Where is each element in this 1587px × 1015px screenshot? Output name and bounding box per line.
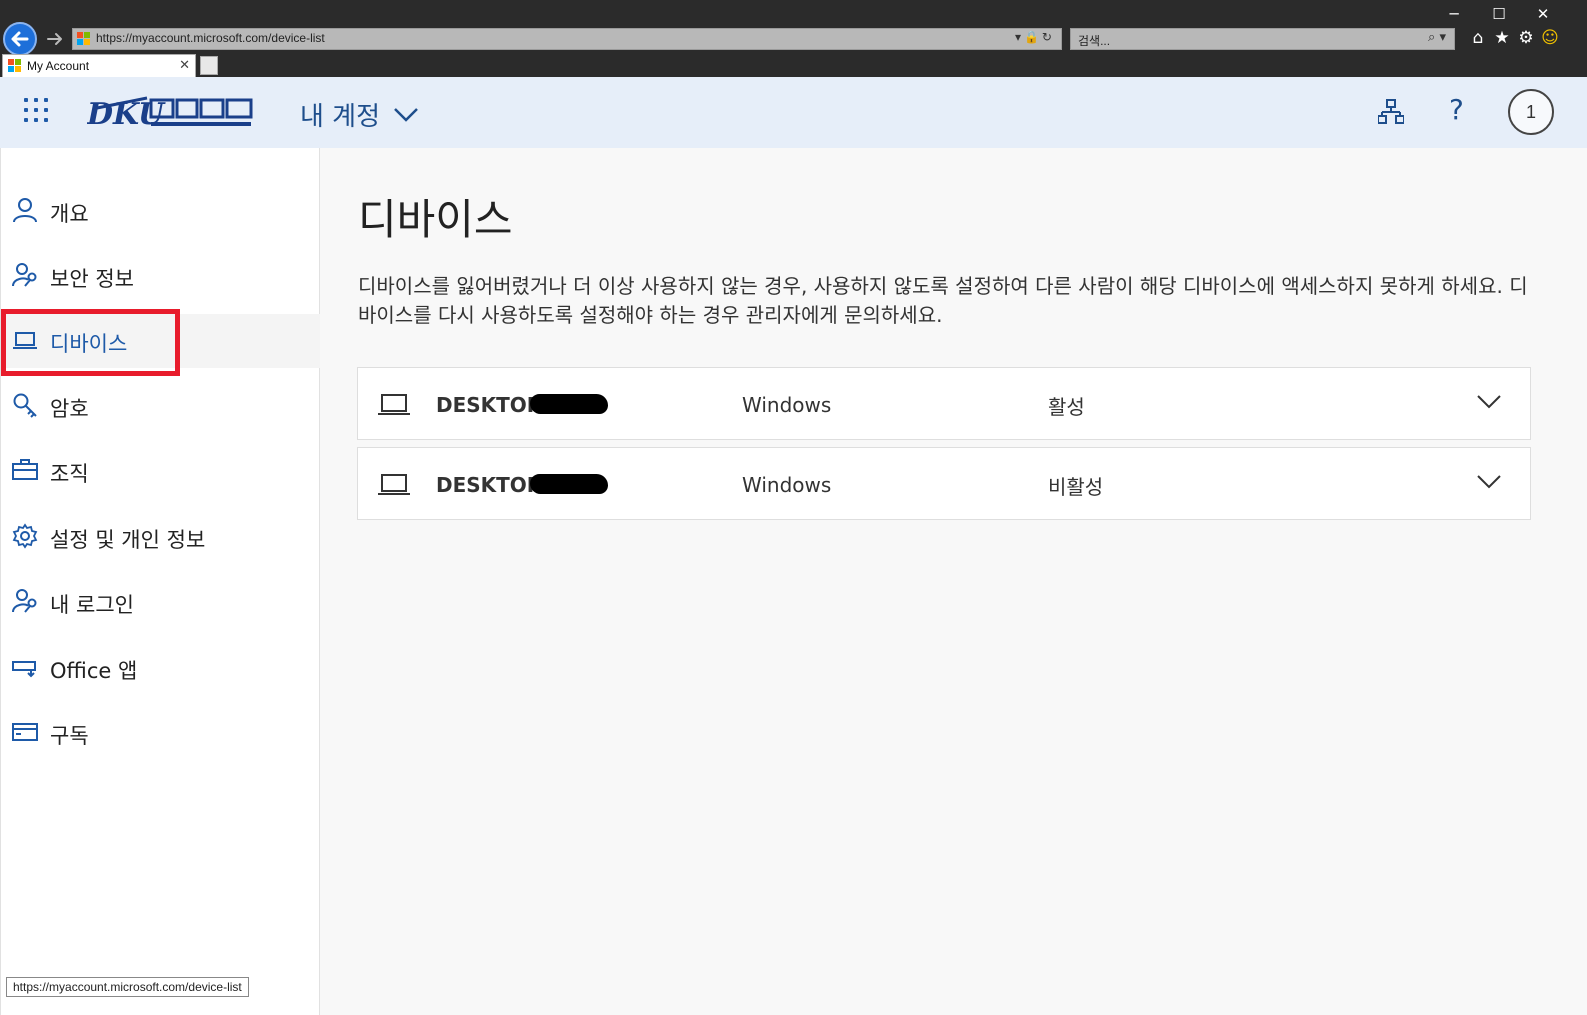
search-box[interactable]: 검색... ⌕ ▾ [1070, 28, 1455, 50]
laptop-icon [378, 394, 410, 415]
device-status: 비활성 [1048, 475, 1104, 499]
page-description: 디바이스를 잃어버렸거나 더 이상 사용하지 않는 경우, 사용하지 않도록 설… [358, 274, 1528, 327]
settings-gear-icon[interactable]: ⚙ [1515, 27, 1537, 49]
tab-close-icon[interactable]: ✕ [179, 57, 190, 73]
device-os: Windows [742, 393, 832, 417]
chevron-down-icon[interactable] [1476, 394, 1502, 410]
back-button[interactable] [3, 22, 37, 56]
new-tab-button[interactable] [200, 56, 218, 75]
search-input[interactable]: 검색... [1078, 32, 1110, 49]
app-launcher-icon[interactable] [24, 98, 48, 122]
device-os: Windows [742, 473, 832, 497]
redaction-mark [530, 394, 608, 414]
sidebar-item-security-info[interactable]: 보안 정보 [1, 249, 320, 303]
favorites-star-icon[interactable]: ★ [1491, 27, 1513, 49]
arrow-left-icon [11, 31, 29, 47]
avatar[interactable]: 1 [1508, 89, 1554, 135]
sidebar-item-overview[interactable]: 개요 [1, 184, 320, 238]
sidebar-item-label: 내 로그인 [50, 593, 134, 617]
sidebar-item-label: 개요 [50, 202, 89, 226]
browser-chrome: ─ ☐ ✕ https://myaccount.microsoft.com/de… [0, 0, 1587, 77]
sidebar-item-my-sign-ins[interactable]: 내 로그인 [1, 575, 320, 629]
sidebar-item-label: 보안 정보 [50, 267, 134, 291]
microsoft-logo-icon [8, 59, 22, 73]
chevron-down-icon[interactable] [1476, 474, 1502, 490]
key-icon [13, 393, 37, 418]
smiley-feedback-icon[interactable]: ☺ [1539, 27, 1561, 49]
arrow-right-icon [47, 33, 62, 45]
dankook-university-logo[interactable]: DKU [87, 94, 257, 130]
sidebar-item-label: 구독 [50, 724, 89, 748]
device-status: 활성 [1048, 395, 1085, 419]
office-apps-icon [12, 661, 36, 678]
laptop-icon [378, 474, 410, 495]
address-tools-icon[interactable]: ▾🔒↻ [1015, 30, 1055, 44]
address-bar[interactable]: https://myaccount.microsoft.com/device-l… [72, 28, 1062, 50]
sidebar-item-label: 암호 [50, 397, 89, 421]
sidebar-item-label: Office 앱 [50, 659, 138, 683]
main-content: 디바이스 디바이스를 잃어버렸거나 더 이상 사용하지 않는 경우, 사용하지 … [320, 148, 1587, 1015]
sidebar-item-label: 조직 [50, 462, 89, 486]
sidebar-item-organizations[interactable]: 조직 [1, 444, 320, 498]
tab-title: My Account [27, 59, 90, 73]
person-icon [13, 198, 37, 223]
page-title: 디바이스 [358, 195, 513, 244]
highlight-annotation [1, 309, 180, 376]
forward-button[interactable] [43, 28, 67, 50]
person-key-icon [12, 589, 37, 613]
home-icon[interactable]: ⌂ [1467, 27, 1489, 49]
sidebar-item-subscriptions[interactable]: 구독 [1, 706, 320, 760]
my-account-title[interactable]: 내 계정 [300, 96, 380, 133]
card-icon [12, 723, 38, 741]
search-icon[interactable]: ⌕ ▾ [1428, 30, 1446, 45]
gear-icon [12, 523, 38, 549]
redaction-mark [530, 474, 608, 494]
chevron-down-icon[interactable] [393, 107, 419, 123]
address-url[interactable]: https://myaccount.microsoft.com/device-l… [96, 31, 325, 45]
maximize-button[interactable]: ☐ [1487, 4, 1511, 24]
sidebar-item-office-apps[interactable]: Office 앱 [1, 641, 320, 695]
browser-tab[interactable]: My Account ✕ [2, 54, 196, 77]
sidebar-item-password[interactable]: 암호 [1, 379, 320, 433]
sidebar-item-settings-privacy[interactable]: 설정 및 개인 정보 [1, 510, 320, 564]
device-row[interactable]: DESKTOP- Windows 비활성 [357, 447, 1531, 520]
status-bar-url: https://myaccount.microsoft.com/device-l… [6, 977, 249, 997]
close-window-button[interactable]: ✕ [1531, 4, 1555, 24]
device-row[interactable]: DESKTOP- Windows 활성 [357, 367, 1531, 440]
help-icon[interactable]: ? [1449, 93, 1464, 126]
briefcase-icon [12, 459, 38, 480]
minimize-button[interactable]: ─ [1442, 4, 1466, 24]
organization-chart-icon[interactable] [1378, 99, 1404, 125]
sidebar-nav: 개요 보안 정보 디바이스 암호 조직 설정 및 개인 정보 내 로그인 Off… [0, 148, 320, 1015]
sidebar-item-label: 설정 및 개인 정보 [50, 528, 206, 552]
app-header: DKU 내 계정 ? 1 [0, 77, 1587, 148]
microsoft-logo-icon [77, 32, 91, 46]
person-key-icon [12, 263, 37, 287]
